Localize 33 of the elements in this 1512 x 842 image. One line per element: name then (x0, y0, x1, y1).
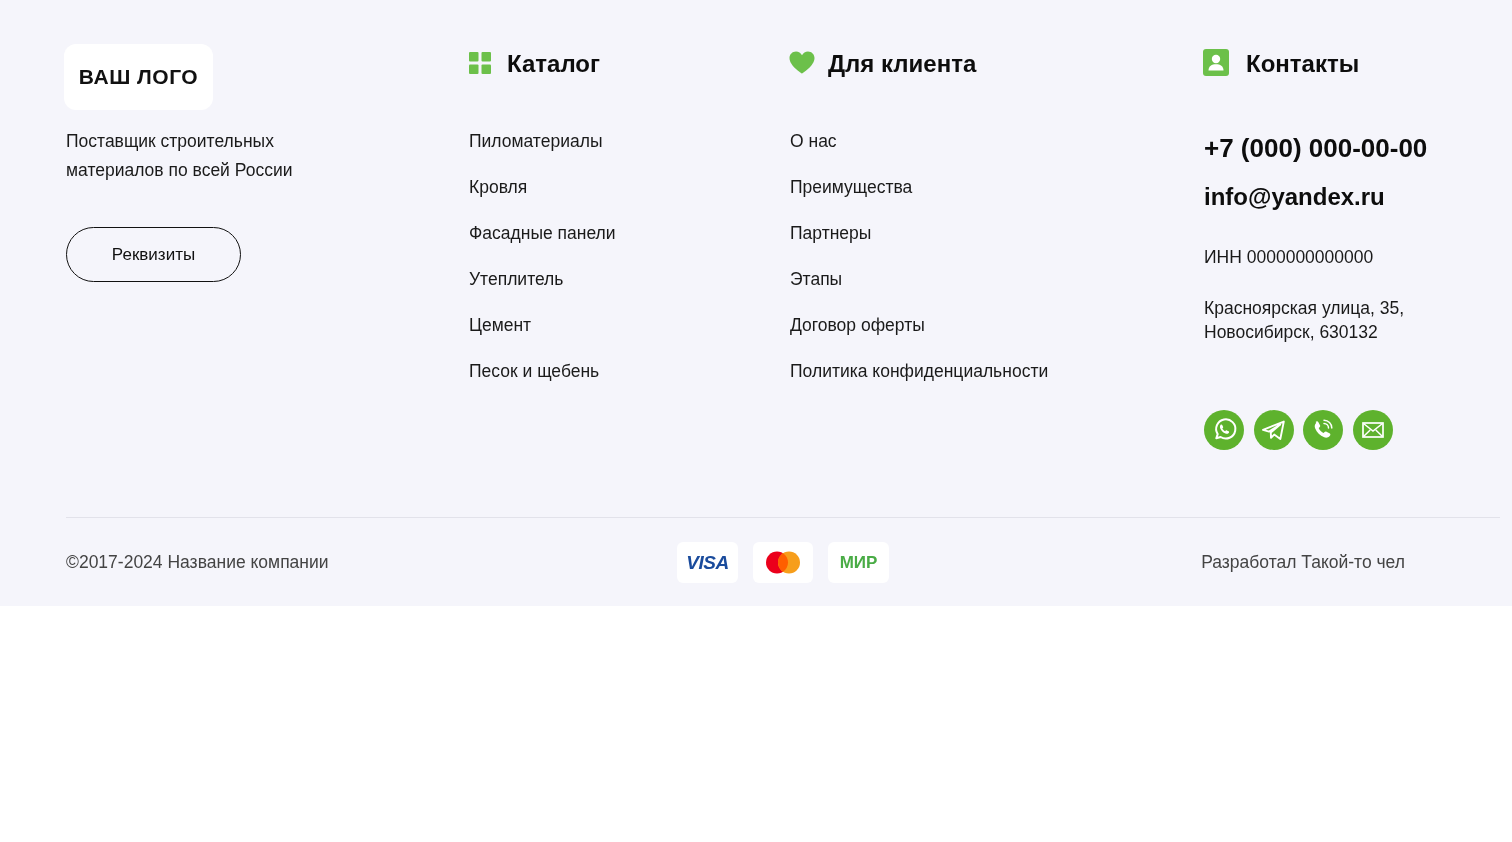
heart-icon (789, 51, 815, 74)
column-heading: Каталог (507, 50, 600, 78)
tagline: Поставщик строительных материалов по всей России (66, 130, 294, 182)
inn-text: ИНН 0000000000000 (1204, 246, 1374, 268)
person-icon (1203, 49, 1229, 76)
payment-logo: VISA (677, 541, 738, 583)
footer-link[interactable]: Цемент (469, 314, 532, 336)
phone-link[interactable]: +7 (000) 000-00-00 (1204, 133, 1428, 163)
footer-link[interactable]: Кровля (469, 176, 528, 198)
circles-logo-icon (753, 541, 813, 583)
developer-credit: Разработал Такой-то чел (1201, 551, 1405, 573)
footer-link[interactable]: Утеплитель (469, 268, 564, 290)
footer-link[interactable]: Партнеры (790, 222, 872, 244)
footer-link[interactable]: Песок и щебень (469, 360, 600, 382)
footer-link[interactable]: Договор оферты (790, 314, 925, 336)
footer-link[interactable]: О нас (790, 130, 837, 152)
mail-icon[interactable] (1352, 410, 1393, 450)
column-heading: Для клиента (828, 50, 977, 78)
footer-link[interactable]: Пиломатериалы (469, 130, 603, 152)
address-text: Красноярская улица, 35, Новосибирск, 630132 (1204, 297, 1406, 344)
footer-link[interactable]: Политика конфиденциальности (790, 360, 1049, 382)
phone-icon[interactable] (1303, 410, 1343, 450)
footer-link[interactable]: Этапы (790, 268, 843, 290)
copyright-text: ©2017-2024 Название компании (66, 551, 329, 573)
logo[interactable]: ВАШ ЛОГО (64, 44, 213, 110)
footer-link[interactable]: Преимущества (790, 176, 913, 198)
chat-phone-icon[interactable] (1204, 410, 1244, 450)
grid-icon (469, 51, 491, 74)
column-heading: Контакты (1246, 50, 1360, 78)
email-link[interactable]: info@yandex.ru (1204, 183, 1385, 211)
footer-link[interactable]: Фасадные панели (469, 222, 616, 244)
paper-plane-icon[interactable] (1253, 410, 1294, 450)
payment-logo: МИР (828, 541, 889, 583)
